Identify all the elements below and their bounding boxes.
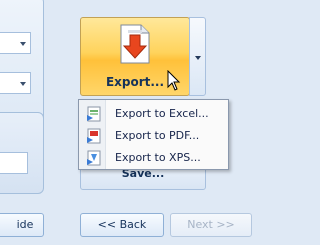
left-side-button-label: ide <box>16 218 34 231</box>
chevron-down-icon <box>195 56 201 60</box>
menu-item-export-xps[interactable]: Export to XPS... <box>80 147 227 169</box>
back-button[interactable]: << Back <box>80 213 164 237</box>
left-combo-1[interactable] <box>0 32 31 54</box>
next-button[interactable]: Next >> <box>170 213 252 237</box>
menu-item-label: Export to XPS... <box>115 151 201 164</box>
menu-item-label: Export to Excel... <box>115 107 209 120</box>
next-button-label: Next >> <box>187 218 235 231</box>
chevron-down-icon <box>20 82 26 86</box>
back-button-label: << Back <box>97 218 147 231</box>
excel-icon <box>87 106 101 122</box>
pdf-icon <box>87 128 101 144</box>
export-menu: Export to Excel... Export to PDF... Expo… <box>78 99 229 170</box>
mouse-cursor-icon <box>167 70 181 91</box>
left-side-button[interactable]: ide <box>0 213 44 237</box>
export-document-icon <box>120 24 150 64</box>
left-combo-2[interactable] <box>0 72 31 94</box>
xps-icon <box>87 150 101 166</box>
menu-item-label: Export to PDF... <box>115 129 200 142</box>
menu-item-export-excel[interactable]: Export to Excel... <box>80 103 227 125</box>
left-input[interactable] <box>0 152 28 174</box>
menu-item-export-pdf[interactable]: Export to PDF... <box>80 125 227 147</box>
chevron-down-icon <box>20 42 26 46</box>
export-dropdown-toggle[interactable] <box>189 17 206 96</box>
